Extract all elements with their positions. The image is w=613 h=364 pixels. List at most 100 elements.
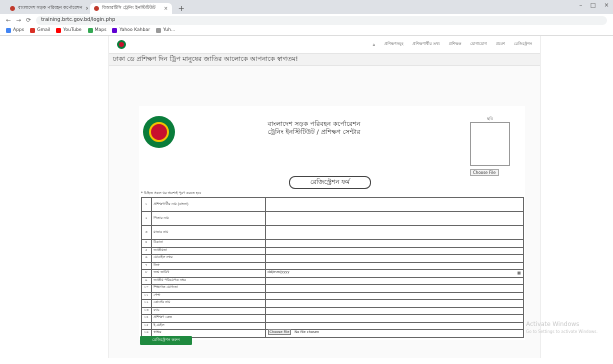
forward-icon[interactable]: → — [16, 17, 21, 24]
site-favicon-icon — [10, 6, 15, 11]
nav-link-login[interactable]: প্রবেশ — [496, 41, 505, 48]
submit-label: রেজিস্ট্রেশন করুন — [152, 337, 180, 342]
url-input[interactable]: training.brtc.gov.bd/login.php — [36, 15, 607, 25]
tab-training-registration[interactable]: বিআরটিসি ট্রেনিং ইনস্টিটিউট × — [90, 3, 172, 14]
row-number: ৯ — [141, 276, 152, 285]
field-input[interactable] — [264, 254, 525, 263]
registration-card: বাংলাদেশ সড়ক পরিবহন কর্পোরেশন ট্রেনিং ই… — [139, 106, 525, 340]
field-label: শিক্ষাগত যোগ্যতা — [150, 284, 266, 293]
field-input[interactable] — [264, 261, 525, 270]
row-number: ১ — [141, 197, 152, 212]
form-row: ১৪ প্রশিক্ষণ কেন্দ্র — [141, 314, 525, 323]
field-label: ঠিকানা — [150, 239, 266, 248]
site-logo-icon[interactable] — [117, 40, 126, 49]
field-input[interactable] — [264, 291, 525, 300]
form-row: ১৩ ব্যাচ — [141, 306, 525, 315]
heading-line-1: বাংলাদেশ সড়ক পরিবহন কর্পোরেশন — [267, 120, 361, 128]
field-input[interactable] — [264, 239, 525, 248]
bookmarks-bar: Apps Gmail YouTube Maps Yahoo Kahbar Yuh… — [0, 26, 613, 36]
minimize-icon[interactable]: – — [579, 2, 582, 9]
site-favicon-icon — [94, 6, 99, 11]
field-input[interactable]: Choose File No file chosen — [264, 329, 525, 338]
bookmark-apps[interactable]: Apps — [6, 28, 24, 33]
row-number: ৮ — [141, 269, 152, 278]
field-input[interactable] — [264, 225, 525, 240]
home-icon[interactable]: ⌂ — [373, 42, 376, 47]
maximize-icon[interactable]: □ — [590, 2, 596, 9]
form-row: ৩ মাতার নাম — [141, 225, 525, 240]
organization-heading: বাংলাদেশ সড়ক পরিবহন কর্পোরেশন ট্রেনিং ই… — [239, 120, 389, 136]
field-label: জাতীয়তা — [150, 246, 266, 255]
row-number: ১৩ — [141, 306, 152, 315]
watermark-line-1: Activate Windows — [526, 321, 580, 328]
bookmark-label: Apps — [13, 28, 25, 33]
row-number: ১৫ — [141, 321, 152, 330]
field-input[interactable] — [264, 246, 525, 255]
tab-brtc-home[interactable]: বাংলাদেশ সড়ক পরিবহন কর্পোরেশন × — [6, 3, 88, 14]
bookmark-yahoo[interactable]: Yahoo Kahbar — [112, 28, 150, 33]
marquee-text: ঢাকা ডে প্রশিক্ষণ দিন ট্রিপ মানুষের জাতি… — [113, 55, 299, 63]
nav-link-trainers[interactable]: প্রশিক্ষক — [449, 41, 462, 48]
gmail-icon — [30, 28, 36, 33]
reload-icon[interactable]: ⟳ — [26, 17, 31, 24]
row-number: ১৪ — [141, 314, 152, 323]
marquee-banner: ঢাকা ডে প্রশিক্ষণ দিন ট্রিপ মানুষের জাতি… — [109, 53, 540, 66]
nav-link-trainee-info[interactable]: প্রশিক্ষণার্থীর তথ্য — [412, 41, 439, 48]
calendar-icon[interactable]: ▦ — [517, 271, 521, 275]
close-tab-icon[interactable]: × — [164, 6, 168, 12]
field-input[interactable] — [264, 321, 525, 330]
youtube-icon — [56, 28, 62, 33]
form-row: ১০ শিক্ষাগত যোগ্যতা — [141, 284, 525, 293]
new-tab-button[interactable]: + — [174, 4, 189, 14]
photo-preview — [470, 122, 510, 166]
bookmark-label: Gmail — [37, 28, 51, 33]
back-icon[interactable]: ← — [6, 17, 11, 24]
url-text: training.brtc.gov.bd/login.php — [41, 17, 116, 23]
field-input[interactable] — [264, 314, 525, 323]
nav-link-trainings[interactable]: প্রশিক্ষণসমূহ — [384, 41, 403, 48]
field-input[interactable] — [264, 197, 525, 212]
bookmark-label: Yuh... — [163, 28, 176, 33]
field-input[interactable] — [264, 306, 525, 315]
field-input[interactable] — [264, 211, 525, 226]
close-window-icon[interactable]: × — [604, 2, 609, 9]
bookmark-other[interactable]: Yuh... — [156, 28, 175, 33]
field-input[interactable] — [264, 284, 525, 293]
field-input[interactable]: dd/mm/yyyy ▦ — [264, 269, 525, 278]
field-label: জাতীয় পরিচয়পত্র নম্বর — [150, 276, 266, 285]
signature-choose-file-button[interactable]: Choose File — [267, 329, 292, 336]
row-number: ৭ — [141, 261, 152, 270]
nav-link-contact[interactable]: যোগাযোগ — [470, 41, 487, 48]
submit-registration-button[interactable]: রেজিস্ট্রেশন করুন — [140, 336, 192, 345]
field-label: লিঙ্গ — [150, 261, 266, 270]
close-tab-icon[interactable]: × — [85, 6, 88, 12]
bookmark-gmail[interactable]: Gmail — [30, 28, 50, 33]
photo-choose-file-button[interactable]: Choose File — [470, 169, 499, 176]
bookmark-youtube[interactable]: YouTube — [56, 28, 82, 33]
field-label: ই-মেইল — [150, 321, 266, 330]
field-label: প্রশিক্ষণ কেন্দ্র — [150, 314, 266, 323]
field-input[interactable] — [264, 299, 525, 308]
field-input-content: dd/mm/yyyy ▦ — [268, 271, 521, 275]
row-number: ২ — [141, 211, 152, 226]
form-row: ৪ ঠিকানা — [141, 239, 525, 248]
form-row: ৭ লিঙ্গ — [141, 261, 525, 270]
bookmark-icon — [156, 28, 162, 33]
maps-icon — [87, 28, 93, 33]
field-label: মোবাইল নম্বর — [150, 254, 266, 263]
form-row: ১ প্রশিক্ষণার্থীর নাম (বাংলা) — [141, 197, 525, 212]
bookmark-maps[interactable]: Maps — [87, 28, 106, 33]
file-status-text: No file chosen — [294, 330, 320, 335]
row-number: ৫ — [141, 246, 152, 255]
browser-chrome: বাংলাদেশ সড়ক পরিবহন কর্পোরেশন × বিআরটিস… — [0, 0, 613, 36]
form-row: ১২ কোর্সের নাম — [141, 299, 525, 308]
field-label: পেশা — [150, 291, 266, 300]
form-row: ৫ জাতীয়তা — [141, 246, 525, 255]
nav-link-registration[interactable]: রেজিস্ট্রেশন — [514, 41, 532, 48]
site-navbar: ⌂ প্রশিক্ষণসমূহ প্রশিক্ষণার্থীর তথ্য প্র… — [109, 36, 540, 53]
yahoo-icon — [112, 28, 118, 33]
form-row: ১৬ স্বাক্ষর Choose File No file chosen — [141, 329, 525, 338]
field-input[interactable] — [264, 276, 525, 285]
row-number: ৪ — [141, 239, 152, 248]
field-label: মাতার নাম — [150, 225, 266, 240]
